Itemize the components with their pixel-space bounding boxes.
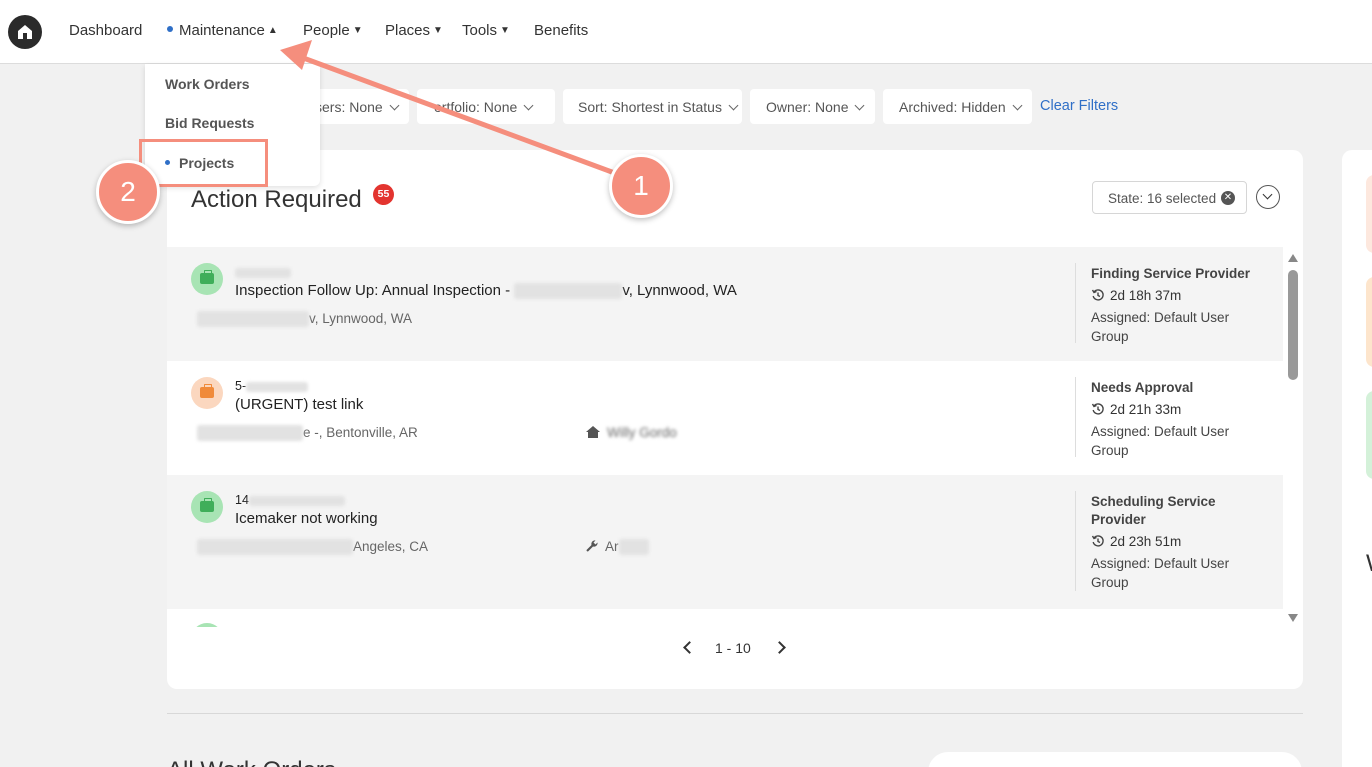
nav-maintenance[interactable]: Maintenance ▲	[167, 22, 278, 39]
action-required-card: Action Required 55 State: 16 selected ✕ …	[167, 150, 1303, 689]
page-range: 1 - 10	[715, 640, 751, 656]
panel-heading: W	[1366, 550, 1372, 578]
divider	[1075, 491, 1076, 591]
active-dot-icon	[167, 26, 173, 32]
assigned-group: Assigned: Default User Group	[1091, 310, 1230, 344]
work-order-list: Inspection Follow Up: Annual Inspection …	[167, 247, 1283, 627]
scroll-up-icon[interactable]	[1288, 254, 1298, 262]
stat-card[interactable]	[1366, 391, 1372, 479]
nav-tools[interactable]: Tools ▼	[462, 22, 510, 39]
filter-owner[interactable]: Owner: None	[750, 89, 875, 124]
status-name: Finding Service Provider	[1091, 266, 1251, 281]
right-panel: W	[1342, 150, 1372, 767]
row-resident: Willy Gordo	[585, 425, 677, 440]
chevron-left-icon[interactable]	[683, 641, 696, 654]
time-in-status: 2d 21h 33m	[1091, 402, 1266, 417]
count-badge: 55	[373, 184, 394, 205]
home-icon	[586, 426, 600, 438]
nav-dashboard[interactable]: Dashboard	[69, 22, 142, 39]
state-filter[interactable]: State: 16 selected ✕	[1092, 181, 1247, 214]
case-shape	[200, 498, 214, 512]
nav-benefits[interactable]: Benefits	[534, 22, 588, 39]
caret-down-icon: ▼	[352, 25, 363, 36]
status-name: Needs Approval	[1091, 380, 1194, 395]
assigned-group: Assigned: Default User Group	[1091, 424, 1230, 458]
case-shape	[200, 384, 214, 398]
chevron-down-icon	[728, 100, 739, 111]
menu-item-work-orders[interactable]: Work Orders	[165, 76, 250, 92]
briefcase-icon	[191, 491, 223, 523]
list-item[interactable]	[167, 609, 1283, 627]
briefcase-icon	[191, 263, 223, 295]
divider	[1075, 377, 1076, 457]
list-scrollbar[interactable]	[1287, 254, 1299, 624]
row-id: 14	[235, 493, 345, 507]
row-id	[235, 265, 291, 279]
all-work-orders-heading: All Work Orders	[167, 757, 336, 767]
pagination: 1 - 10	[677, 640, 797, 660]
chevron-right-icon[interactable]	[773, 641, 786, 654]
search-input[interactable]	[928, 752, 1302, 767]
card-title: Action Required	[191, 186, 362, 213]
status-name: Scheduling Service Provider	[1091, 494, 1216, 527]
assigned-group: Assigned: Default User Group	[1091, 556, 1230, 590]
row-address: e -, Bentonville, AR	[197, 425, 418, 442]
chevron-down-icon	[1012, 100, 1023, 111]
chevron-down-icon	[1262, 189, 1273, 200]
annotation-highlight	[139, 139, 268, 187]
nav-places[interactable]: Places ▼	[385, 22, 443, 39]
scroll-thumb[interactable]	[1288, 270, 1298, 380]
list-item[interactable]: 5- (URGENT) test link e -, Bentonville, …	[167, 361, 1283, 475]
time-in-status: 2d 23h 51m	[1091, 534, 1266, 549]
briefcase-icon	[191, 623, 223, 627]
scroll-down-icon[interactable]	[1288, 614, 1298, 622]
briefcase-icon	[191, 377, 223, 409]
stat-card[interactable]	[1366, 277, 1372, 367]
annotation-step-1: 1	[609, 154, 673, 218]
clear-state-icon[interactable]: ✕	[1221, 191, 1235, 205]
caret-down-icon: ▼	[433, 25, 443, 36]
chevron-down-icon	[523, 100, 534, 111]
collapse-button[interactable]	[1256, 185, 1280, 209]
chevron-down-icon	[855, 100, 865, 111]
row-status: Needs Approval 2d 21h 33m Assigned: Defa…	[1091, 379, 1266, 460]
caret-down-icon: ▼	[500, 25, 510, 36]
row-address: v, Lynnwood, WA	[197, 311, 412, 328]
section-divider	[167, 713, 1303, 714]
chevron-down-icon	[389, 100, 400, 111]
case-shape	[200, 270, 214, 284]
row-status: Scheduling Service Provider 2d 23h 51m A…	[1091, 493, 1266, 592]
divider	[1075, 263, 1076, 343]
filter-portfolio[interactable]: ortfolio: None	[417, 89, 555, 124]
clear-filters-link[interactable]: Clear Filters	[1040, 98, 1118, 114]
top-navigation: Dashboard Maintenance ▲ People ▼ Places ▼ T…	[0, 0, 1372, 64]
list-item[interactable]: 14 Icemaker not working Angeles, CA Ar S…	[167, 475, 1283, 609]
menu-item-bid-requests[interactable]: Bid Requests	[165, 115, 254, 131]
list-item[interactable]: Inspection Follow Up: Annual Inspection …	[167, 247, 1283, 361]
history-icon	[1091, 535, 1104, 547]
caret-up-icon: ▲	[267, 25, 278, 36]
home-icon	[18, 25, 32, 39]
row-address: Angeles, CA	[197, 539, 428, 556]
row-vendor: Ar	[585, 539, 649, 556]
time-in-status: 2d 18h 37m	[1091, 288, 1266, 303]
row-title: (URGENT) test link	[235, 396, 364, 413]
row-title: Icemaker not working	[235, 510, 378, 527]
filter-sort[interactable]: Sort: Shortest in Status	[563, 89, 742, 124]
annotation-step-2: 2	[96, 160, 160, 224]
wrench-icon	[586, 540, 598, 552]
history-icon	[1091, 289, 1104, 301]
filter-archived[interactable]: Archived: Hidden	[883, 89, 1032, 124]
home-logo[interactable]	[8, 15, 42, 49]
row-id: 5-	[235, 379, 309, 393]
stat-card[interactable]	[1366, 175, 1372, 253]
row-title: Inspection Follow Up: Annual Inspection …	[235, 282, 737, 300]
nav-people[interactable]: People ▼	[303, 22, 363, 39]
history-icon	[1091, 403, 1104, 415]
row-status: Finding Service Provider 2d 18h 37m Assi…	[1091, 265, 1266, 346]
